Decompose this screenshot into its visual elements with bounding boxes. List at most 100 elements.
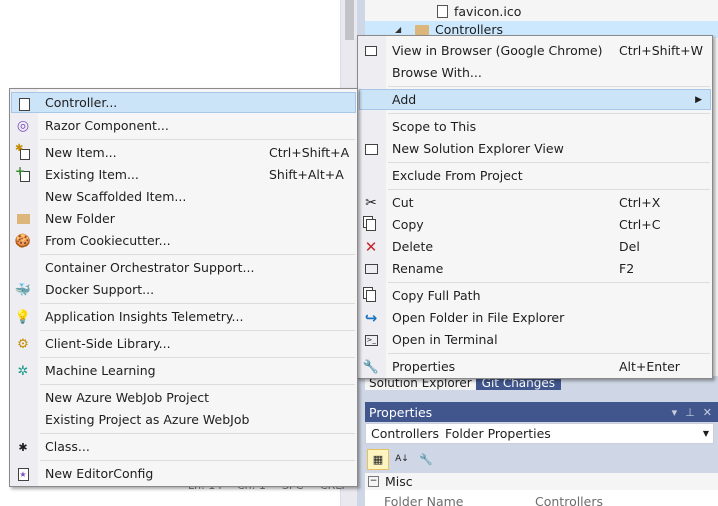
category-label: Misc: [385, 474, 413, 489]
menu-new-scaffolded-item[interactable]: New Scaffolded Item...: [11, 186, 356, 207]
window-position-icon[interactable]: ▾: [672, 406, 678, 419]
menu-existing-project-as-azure-webjob[interactable]: Existing Project as Azure WebJob: [11, 409, 356, 430]
menu-label: From Cookiecutter...: [45, 233, 171, 248]
menu-cut[interactable]: ✂ Cut Ctrl+X: [359, 192, 711, 213]
menu-add[interactable]: Add ▶: [359, 89, 711, 110]
menu-shortcut: Del: [619, 239, 640, 254]
menu-label: Browse With...: [392, 65, 482, 80]
menu-shortcut: Shift+Alt+A: [269, 167, 344, 182]
object-name: Controllers: [371, 426, 439, 441]
menu-new-item[interactable]: ✱ New Item... Ctrl+Shift+A: [11, 142, 356, 163]
collapse-icon[interactable]: −: [368, 476, 379, 487]
properties-grid: − Misc Folder Name Controllers: [365, 473, 718, 506]
menu-client-side-library[interactable]: ⚙ Client-Side Library...: [11, 333, 356, 354]
property-name: Folder Name: [384, 493, 464, 506]
menu-label: Scope to This: [392, 119, 477, 134]
menu-shortcut: Ctrl+C: [619, 217, 661, 232]
menu-label: Rename: [392, 261, 444, 276]
object-type: Folder Properties: [445, 426, 551, 441]
menu-label: Add: [392, 92, 417, 107]
menu-label: View in Browser (Google Chrome): [392, 43, 603, 58]
menu-controller[interactable]: Controller...: [11, 92, 356, 113]
add-submenu: Controller... ◎ Razor Component... ✱ New…: [9, 88, 358, 487]
menu-copy[interactable]: Copy Ctrl+C: [359, 214, 711, 235]
menu-label: New Solution Explorer View: [392, 141, 564, 156]
class-icon: ✱: [18, 440, 28, 454]
menu-label: Existing Item...: [45, 167, 139, 182]
cookiecutter-icon: 🍪: [14, 233, 32, 249]
menu-new-azure-webjob-project[interactable]: New Azure WebJob Project: [11, 387, 356, 408]
menu-from-cookiecutter[interactable]: 🍪 From Cookiecutter...: [11, 230, 356, 251]
menu-copy-full-path[interactable]: Copy Full Path: [359, 285, 711, 306]
menu-view-in-browser[interactable]: View in Browser (Google Chrome) Ctrl+Shi…: [359, 40, 711, 61]
property-pages-icon[interactable]: 🔧: [415, 449, 437, 470]
menu-label: New Item...: [45, 145, 117, 160]
terminal-icon: >_: [364, 334, 378, 346]
wrench-icon: 🔧: [362, 359, 380, 375]
properties-title-bar: Properties ▾ ⊥ ✕: [365, 402, 718, 422]
menu-machine-learning[interactable]: ✲ Machine Learning: [11, 360, 356, 381]
menu-delete[interactable]: ✕ Delete Del: [359, 236, 711, 257]
close-icon[interactable]: ✕: [703, 406, 712, 419]
menu-new-solution-explorer-view[interactable]: New Solution Explorer View: [359, 138, 711, 159]
menu-open-folder-in-file-explorer[interactable]: ↪ Open Folder in File Explorer: [359, 307, 711, 328]
delete-x-icon: ✕: [364, 238, 378, 256]
menu-rename[interactable]: Rename F2: [359, 258, 711, 279]
menu-open-in-terminal[interactable]: >_ Open in Terminal: [359, 329, 711, 350]
folder-context-menu: View in Browser (Google Chrome) Ctrl+Shi…: [357, 35, 713, 379]
machine-learning-icon: ✲: [17, 363, 29, 379]
menu-label: Properties: [392, 359, 456, 374]
menu-docker-support[interactable]: 🐳 Docker Support...: [11, 279, 356, 300]
view-in-browser-icon: [363, 43, 379, 59]
menu-scope-to-this[interactable]: Scope to This: [359, 116, 711, 137]
menu-label: Open Folder in File Explorer: [392, 310, 565, 325]
category-misc[interactable]: − Misc: [365, 473, 718, 490]
menu-label: Client-Side Library...: [45, 336, 171, 351]
menu-properties[interactable]: 🔧 Properties Alt+Enter: [359, 356, 711, 377]
tree-item-favicon[interactable]: favicon.ico: [365, 3, 718, 20]
menu-label: Copy Full Path: [392, 288, 481, 303]
menu-label: Delete: [392, 239, 434, 254]
menu-browse-with[interactable]: Browse With...: [359, 62, 711, 83]
property-row[interactable]: Folder Name Controllers: [365, 493, 718, 506]
collapse-caret-icon[interactable]: ◢: [395, 25, 405, 34]
menu-label: New Scaffolded Item...: [45, 189, 187, 204]
menu-shortcut: Alt+Enter: [619, 359, 680, 374]
menu-label: Copy: [392, 217, 424, 232]
menu-razor-component[interactable]: ◎ Razor Component...: [11, 115, 356, 136]
menu-exclude-from-project[interactable]: Exclude From Project: [359, 165, 711, 186]
menu-label: Exclude From Project: [392, 168, 523, 183]
menu-class[interactable]: ✱ Class...: [11, 436, 356, 457]
menu-application-insights-telemetry[interactable]: 💡 Application Insights Telemetry...: [11, 306, 356, 327]
menu-new-folder[interactable]: New Folder: [11, 208, 356, 229]
menu-existing-item[interactable]: + Existing Item... Shift+Alt+A: [11, 164, 356, 185]
folder-icon: [415, 24, 429, 35]
pin-icon[interactable]: ⊥: [685, 406, 695, 419]
properties-object-selector[interactable]: Controllers Folder Properties ▼: [365, 423, 714, 444]
submenu-arrow-icon: ▶: [695, 94, 702, 105]
categorized-icon[interactable]: ▦: [367, 448, 389, 470]
menu-new-editorconfig[interactable]: ★ New EditorConfig: [11, 463, 356, 484]
new-folder-icon: [15, 211, 31, 227]
menu-label: Container Orchestrator Support...: [45, 260, 255, 275]
copy-icon: [363, 217, 379, 233]
properties-toolbar: ▦ A↓ 🔧: [365, 447, 718, 471]
menu-label: Open in Terminal: [392, 332, 498, 347]
client-library-icon: ⚙: [17, 336, 29, 352]
menu-shortcut: Ctrl+Shift+A: [269, 145, 350, 160]
menu-label: New Azure WebJob Project: [45, 390, 210, 405]
scrollbar-thumb[interactable]: [345, 0, 354, 40]
rename-icon: [363, 261, 379, 277]
menu-label: Docker Support...: [45, 282, 155, 297]
copy-path-icon: [363, 288, 379, 304]
menu-label: Existing Project as Azure WebJob: [45, 412, 250, 427]
menu-container-orchestrator-support[interactable]: Container Orchestrator Support...: [11, 257, 356, 278]
menu-label: New EditorConfig: [45, 466, 154, 481]
open-folder-arrow-icon: ↪: [364, 309, 378, 327]
alphabetical-sort-icon[interactable]: A↓: [391, 449, 413, 470]
menu-label: Cut: [392, 195, 414, 210]
scissors-icon: ✂: [365, 195, 377, 211]
docker-icon: 🐳: [14, 282, 32, 298]
menu-label: Machine Learning: [45, 363, 156, 378]
razor-component-icon: ◎: [16, 118, 30, 134]
